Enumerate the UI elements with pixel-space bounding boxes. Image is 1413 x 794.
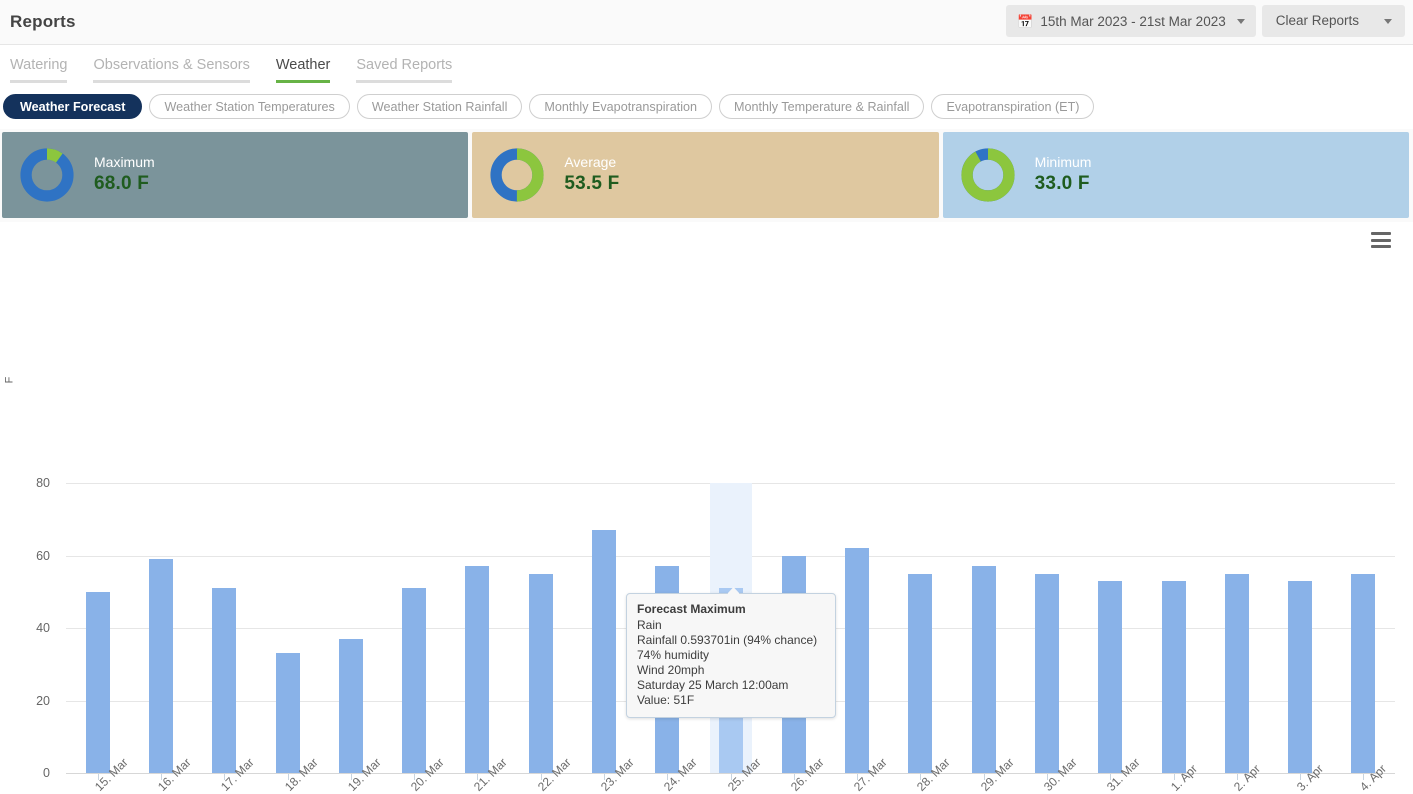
stat-card-text: Maximum 68.0 F xyxy=(94,154,155,194)
y-axis-tick-label: 40 xyxy=(36,621,50,635)
date-range-picker[interactable]: 📅 15th Mar 2023 - 21st Mar 2023 xyxy=(1006,5,1256,37)
clear-reports-dropdown-button[interactable] xyxy=(1371,5,1405,37)
chart-bar[interactable] xyxy=(1288,580,1313,773)
stat-card-value: 68.0 F xyxy=(94,172,150,194)
tab-evapotranspiration-et[interactable]: Evapotranspiration (ET) xyxy=(931,94,1095,119)
chevron-down-icon xyxy=(1236,18,1245,24)
stat-card-value: 33.0 F xyxy=(1034,172,1090,194)
page-title: Reports xyxy=(10,12,76,31)
chart-bar[interactable] xyxy=(275,653,300,773)
chart-bar[interactable] xyxy=(845,548,870,773)
tooltip-line-humidity: 74% humidity xyxy=(637,648,710,662)
y-axis-tick-label: 20 xyxy=(36,693,50,708)
y-axis-tick-label: 80 xyxy=(36,476,50,490)
y-axis-tick-label: 0 xyxy=(43,766,50,780)
chart-bar[interactable] xyxy=(338,638,363,773)
chart-bar[interactable] xyxy=(1098,580,1123,773)
clear-reports-button[interactable]: Clear Reports xyxy=(1262,5,1371,37)
summary-stat-cards: Maximum 68.0 F Average 53.5 F Minimum 33… xyxy=(0,129,1413,218)
chart-bar[interactable] xyxy=(212,588,237,773)
calendar-icon: 📅 xyxy=(1017,13,1034,29)
stat-card-value: 53.5 F xyxy=(564,172,620,194)
tooltip-line-wind: Wind 20mph xyxy=(637,663,705,677)
forecast-chart-panel: F 0 20 40 60 80 15. Mar 16. Mar 17. Mar 18. Mar 1… xyxy=(0,218,1413,794)
y-axis-tick-label: 60 xyxy=(36,548,50,563)
stat-card-average: Average 53.5 F xyxy=(472,132,939,218)
y-axis-label: F xyxy=(3,376,16,384)
tooltip-line-rainfall: Rainfall 0.593701in (94% chance) xyxy=(637,633,818,647)
subnav-item-watering[interactable]: Watering xyxy=(10,57,68,83)
header-actions: 📅 15th Mar 2023 - 21st Mar 2023 Clear Re… xyxy=(1006,5,1405,37)
date-range-label: 15th Mar 2023 - 21st Mar 2023 xyxy=(1040,13,1226,29)
tab-weather-forecast[interactable]: Weather Forecast xyxy=(3,94,143,119)
subnav-item-saved-reports[interactable]: Saved Reports xyxy=(356,57,453,83)
subnav-item-weather[interactable]: Weather xyxy=(275,57,331,83)
chart-plot-area[interactable]: F 0 20 40 60 80 15. Mar 16. Mar 17. Mar 18. Mar 1… xyxy=(0,222,1413,794)
subnav-item-observations-sensors[interactable]: Observations & Sensors xyxy=(93,57,250,83)
chart-bar[interactable] xyxy=(1161,580,1186,773)
clear-reports-group: Clear Reports xyxy=(1261,5,1405,37)
tab-weather-station-rainfall[interactable]: Weather Station Rainfall xyxy=(356,94,523,119)
tooltip-line-datetime: Saturday 25 March 12:00am xyxy=(637,678,789,692)
stat-card-label: Minimum xyxy=(1034,154,1092,171)
stat-card-minimum: Minimum 33.0 F xyxy=(942,132,1409,218)
tab-monthly-evapotranspiration[interactable]: Monthly Evapotranspiration xyxy=(529,94,712,119)
stat-card-label: Maximum xyxy=(94,154,155,171)
donut-chart-minimum xyxy=(961,148,1015,202)
chart-bar[interactable] xyxy=(402,588,427,773)
hamburger-menu-icon[interactable] xyxy=(1371,232,1391,248)
report-type-tabs: Weather Forecast Weather Station Tempera… xyxy=(0,83,1413,129)
chart-bar[interactable] xyxy=(591,530,616,773)
tooltip-title: Forecast Maximum xyxy=(637,602,746,616)
report-category-nav: Watering Observations & Sensors Weather … xyxy=(0,45,1413,83)
donut-chart-maximum xyxy=(20,148,74,202)
stat-card-label: Average xyxy=(564,154,617,171)
stat-card-maximum: Maximum 68.0 F xyxy=(2,132,469,218)
page-header: Reports 📅 15th Mar 2023 - 21st Mar 2023 … xyxy=(0,0,1413,45)
chart-tooltip: Forecast Maximum Rain Rainfall 0.593701i… xyxy=(626,587,836,718)
chevron-down-icon xyxy=(1384,18,1392,24)
tooltip-line-condition: Rain xyxy=(637,618,662,632)
donut-chart-average xyxy=(490,148,544,202)
chart-bar[interactable] xyxy=(85,591,110,773)
tab-weather-station-temperatures[interactable]: Weather Station Temperatures xyxy=(149,94,350,119)
stat-card-text: Average 53.5 F xyxy=(564,154,620,194)
chart-bar[interactable] xyxy=(148,559,173,773)
tooltip-line-value: Value: 51F xyxy=(637,693,695,707)
tab-monthly-temperature-rainfall[interactable]: Monthly Temperature & Rainfall xyxy=(719,94,925,119)
stat-card-text: Minimum 33.0 F xyxy=(1034,154,1092,194)
